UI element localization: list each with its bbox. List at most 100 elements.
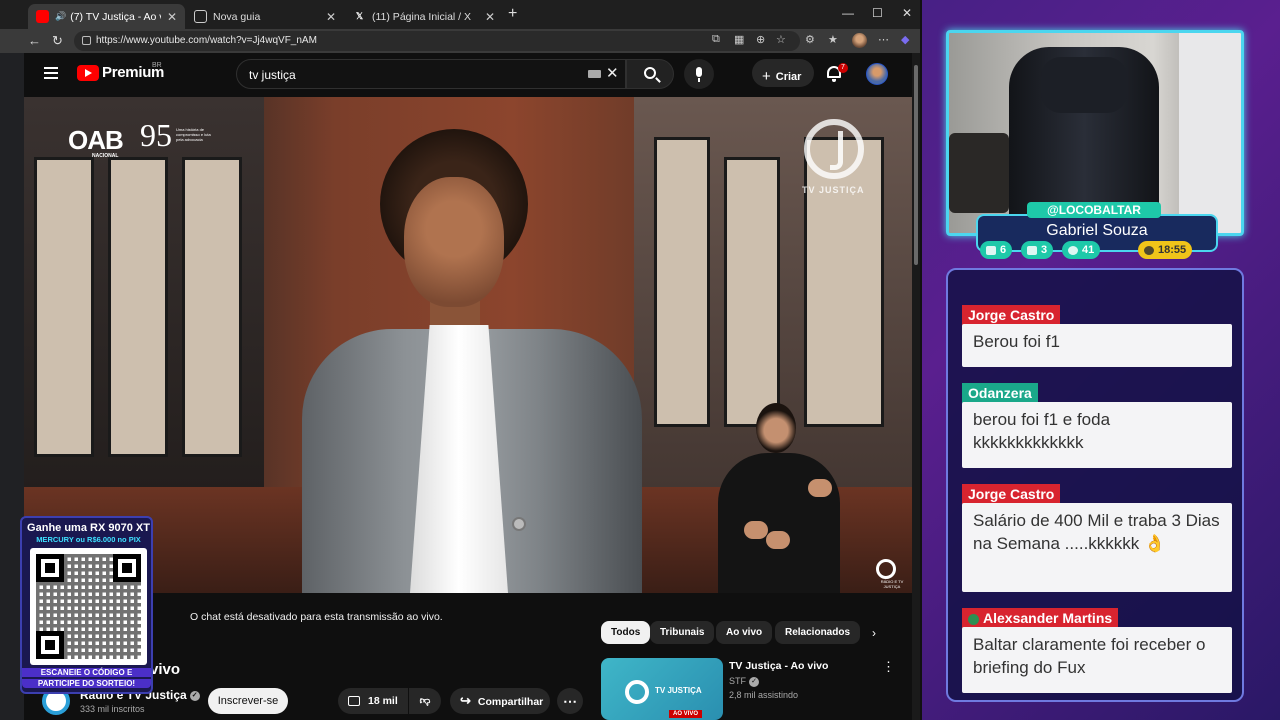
radio-tv-logo-icon bbox=[876, 559, 896, 579]
share-label: Compartilhar bbox=[477, 696, 544, 708]
subscribe-button[interactable]: Inscrever-se bbox=[208, 688, 288, 714]
dislike-button[interactable]: 👎︎ bbox=[409, 688, 441, 714]
related-channel-text: STF bbox=[729, 676, 746, 686]
extensions-icon[interactable]: ⚙ bbox=[805, 33, 815, 46]
sign-language-interpreter bbox=[704, 403, 864, 593]
more-menu-icon[interactable]: ⋯ bbox=[878, 33, 889, 46]
search-icon bbox=[644, 67, 656, 79]
chat-message: Salário de 400 Mil e traba 3 Dias na Sem… bbox=[962, 503, 1232, 592]
tab-new[interactable]: Nova guia ✕ bbox=[186, 4, 344, 29]
chat-username: Odanzera bbox=[962, 383, 1038, 403]
back-icon[interactable]: ← bbox=[28, 33, 41, 48]
chip-tribunais[interactable]: Tribunais bbox=[650, 621, 715, 644]
reload-icon[interactable]: ↻ bbox=[52, 33, 63, 49]
close-tab-icon[interactable]: ✕ bbox=[326, 10, 336, 24]
bookmark-star-icon[interactable]: ☆ bbox=[776, 33, 786, 46]
chat-username: Alexsander Martins bbox=[983, 610, 1113, 626]
keyboard-icon[interactable] bbox=[588, 70, 601, 78]
close-tab-icon[interactable]: ✕ bbox=[167, 10, 177, 24]
account-avatar[interactable] bbox=[866, 63, 888, 85]
oab-subtitle: NACIONAL bbox=[92, 153, 119, 159]
channel-subscribers: 333 mil inscritos bbox=[80, 704, 145, 714]
presenter bbox=[282, 129, 662, 593]
favorites-icon[interactable]: ★ bbox=[828, 33, 838, 46]
chevron-right-icon[interactable]: › bbox=[872, 626, 876, 640]
maximize-icon[interactable]: ☐ bbox=[872, 6, 883, 20]
clock-icon bbox=[1144, 245, 1154, 255]
radio-tv-text: RÁDIO E TV JUSTIÇA bbox=[880, 579, 904, 589]
more-actions-button[interactable]: ⋯ bbox=[557, 688, 583, 714]
voice-search-icon[interactable] bbox=[684, 59, 714, 89]
verified-icon: ✓ bbox=[189, 690, 200, 701]
close-tab-icon[interactable]: ✕ bbox=[485, 10, 495, 24]
page-icon bbox=[194, 10, 207, 23]
clock-badge: 18:55 bbox=[1138, 241, 1193, 259]
related-video-thumbnail[interactable]: TV JUSTIÇA AO VIVO bbox=[601, 658, 723, 720]
more-vert-icon[interactable]: ⋮ bbox=[882, 659, 895, 675]
chat-username-row: Alexsander Martins bbox=[962, 608, 1119, 628]
youtube-icon bbox=[1027, 245, 1037, 255]
create-label: Criar bbox=[775, 71, 802, 83]
viewers-count: 41 bbox=[1082, 244, 1095, 256]
search-button[interactable] bbox=[626, 59, 674, 89]
youtube-logo-icon[interactable] bbox=[77, 65, 99, 81]
related-video-channel[interactable]: STF ✓ bbox=[729, 676, 759, 687]
related-video-title[interactable]: TV Justiça - Ao vivo bbox=[729, 660, 828, 672]
close-window-icon[interactable]: ✕ bbox=[902, 6, 912, 20]
clear-search-icon[interactable]: ✕ bbox=[606, 64, 619, 82]
chat-disabled-message: O chat está desativado para esta transmi… bbox=[190, 611, 443, 623]
clock-time: 18:55 bbox=[1158, 244, 1187, 256]
tab-label: (7) TV Justiça - Ao vivo - You bbox=[70, 10, 161, 23]
giveaway-title: Ganhe uma RX 9070 XT bbox=[27, 522, 150, 534]
site-info-icon[interactable] bbox=[82, 36, 91, 45]
giveaway-subtitle: MERCURY ou R$6.000 no PIX bbox=[36, 535, 141, 544]
chip-todos[interactable]: Todos bbox=[601, 621, 651, 644]
page-scrollbar[interactable] bbox=[912, 53, 920, 720]
tab-label: (11) Página Inicial / X bbox=[372, 10, 472, 23]
region-label: BR bbox=[152, 62, 162, 69]
streamer-name: Gabriel Souza bbox=[1046, 222, 1148, 239]
chip-ao-vivo[interactable]: Ao vivo bbox=[716, 621, 773, 644]
viewers-badge: 41 bbox=[1062, 241, 1101, 259]
chip-relacionados[interactable]: Relacionados bbox=[775, 621, 861, 644]
translate-icon[interactable]: ⧉ bbox=[712, 33, 720, 46]
copilot-icon[interactable]: ◆ bbox=[901, 33, 909, 46]
x-icon: 𝕏 bbox=[355, 11, 364, 21]
youtube-icon bbox=[36, 10, 49, 23]
chat-username: Jorge Castro bbox=[962, 484, 1061, 504]
notification-count: 7 bbox=[838, 63, 848, 73]
like-button[interactable]: 18 mil bbox=[338, 688, 408, 714]
speaker-icon: 🔊 bbox=[55, 11, 67, 21]
zoom-icon[interactable]: ⊕ bbox=[756, 33, 765, 46]
chat-message: berou foi f1 e foda kkkkkkkkkkkkk bbox=[962, 402, 1232, 468]
create-button[interactable]: + Criar bbox=[752, 59, 814, 87]
chat-count: 6 bbox=[1000, 244, 1007, 256]
video-player[interactable]: OAB NACIONAL 95 Uma história de compromi… bbox=[24, 97, 912, 593]
share-button[interactable]: ↪ Compartilhar bbox=[450, 688, 550, 714]
apps-icon[interactable]: ▦ bbox=[734, 33, 744, 46]
profile-avatar[interactable] bbox=[852, 33, 867, 48]
qr-code bbox=[30, 548, 147, 665]
tab-bar: 🔊 (7) TV Justiça - Ao vivo - You ✕ Nova … bbox=[0, 0, 920, 29]
oab-logo: OAB bbox=[68, 125, 124, 155]
like-count: 18 mil bbox=[368, 695, 398, 707]
thumbs-up-icon bbox=[348, 696, 360, 707]
verified-icon: ✓ bbox=[749, 676, 759, 687]
search-input[interactable]: tv justiça bbox=[236, 59, 626, 89]
oab-anniversary: 95 bbox=[140, 117, 172, 153]
tab-x[interactable]: 𝕏 (11) Página Inicial / X ✕ bbox=[345, 4, 503, 29]
giveaway-card: Ganhe uma RX 9070 XT MERCURY ou R$6.000 … bbox=[20, 516, 153, 694]
chat-message: Berou foi f1 bbox=[962, 324, 1232, 367]
tab-youtube[interactable]: 🔊 (7) TV Justiça - Ao vivo - You ✕ bbox=[28, 4, 185, 29]
new-tab-button[interactable]: + bbox=[508, 5, 517, 23]
url-field[interactable]: https://www.youtube.com/watch?v=Jj4wqVF_… bbox=[74, 31, 800, 51]
minimize-icon[interactable]: — bbox=[842, 6, 854, 20]
tv-justica-logo-icon bbox=[804, 119, 864, 179]
scrollbar-thumb[interactable] bbox=[914, 65, 918, 265]
thumbs-down-icon: 👎︎ bbox=[419, 695, 431, 707]
tv-justica-text: TV JUSTIÇA bbox=[802, 185, 865, 195]
url-text: https://www.youtube.com/watch?v=Jj4wqVF_… bbox=[96, 35, 317, 46]
menu-icon[interactable] bbox=[44, 67, 58, 79]
youtube-count-badge: 3 bbox=[1021, 241, 1054, 259]
chat-message: Baltar claramente foi receber o briefing… bbox=[962, 627, 1232, 693]
